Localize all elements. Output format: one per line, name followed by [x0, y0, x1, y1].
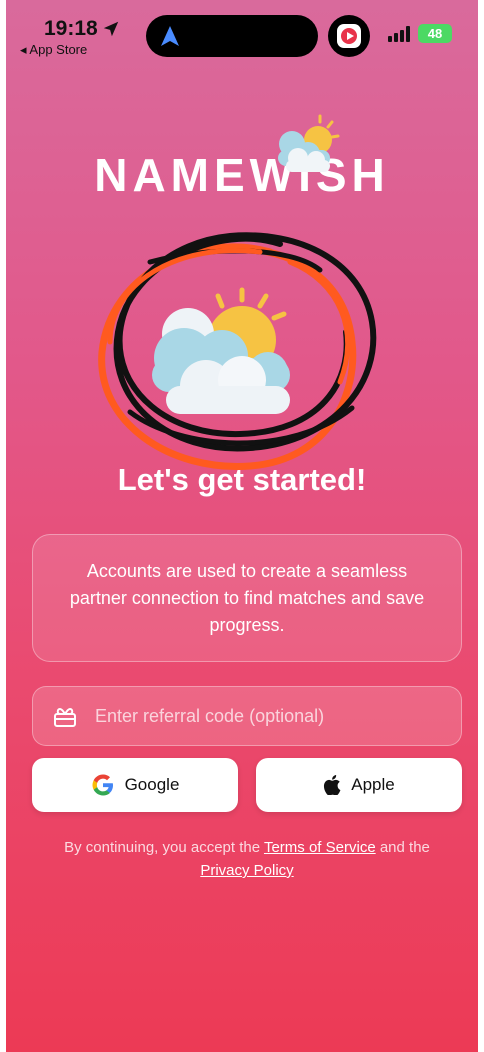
terms-prefix: By continuing, you accept the — [64, 839, 264, 856]
gift-icon — [54, 708, 76, 727]
youtube-icon — [337, 24, 361, 48]
terms-text: By continuing, you accept the Terms of S… — [26, 836, 468, 882]
apple-button-label: Apple — [351, 775, 395, 794]
status-bar: 19:18 ◂ App Store 48 — [6, 0, 478, 70]
info-text: Accounts are used to create a seamless p… — [69, 560, 425, 635]
google-button-label: Google — [124, 775, 180, 794]
google-g-icon — [92, 774, 113, 796]
referral-field[interactable] — [32, 686, 462, 746]
terms-middle: and the — [375, 839, 430, 856]
youtube-activity — [328, 15, 370, 57]
navigation-arrow-icon — [161, 26, 179, 46]
app-logo-text: NAMEWISH — [94, 149, 390, 201]
apple-icon — [324, 775, 341, 795]
google-sign-in-button[interactable]: Google — [32, 758, 238, 812]
page-heading: Let's get started! — [117, 462, 367, 497]
privacy-policy-link[interactable]: Privacy Policy — [200, 862, 293, 879]
back-to-app-store[interactable]: ◂ App Store — [20, 42, 87, 58]
terms-of-service-link[interactable]: Terms of Service — [264, 839, 376, 856]
dynamic-island — [146, 15, 318, 57]
info-card: Accounts are used to create a seamless p… — [32, 534, 462, 662]
referral-code-input[interactable] — [95, 687, 445, 745]
battery-icon: 48 — [418, 24, 452, 43]
weather-illustration-icon — [152, 287, 290, 414]
apple-sign-in-button[interactable]: Apple — [256, 758, 462, 812]
login-screen: 19:18 ◂ App Store 48 NAMEWISH Let's get … — [6, 0, 478, 1052]
location-arrow-icon — [103, 21, 119, 37]
signal-icon — [388, 26, 412, 42]
sun-cloud-icon — [278, 114, 340, 172]
status-time: 19:18 — [44, 17, 98, 40]
